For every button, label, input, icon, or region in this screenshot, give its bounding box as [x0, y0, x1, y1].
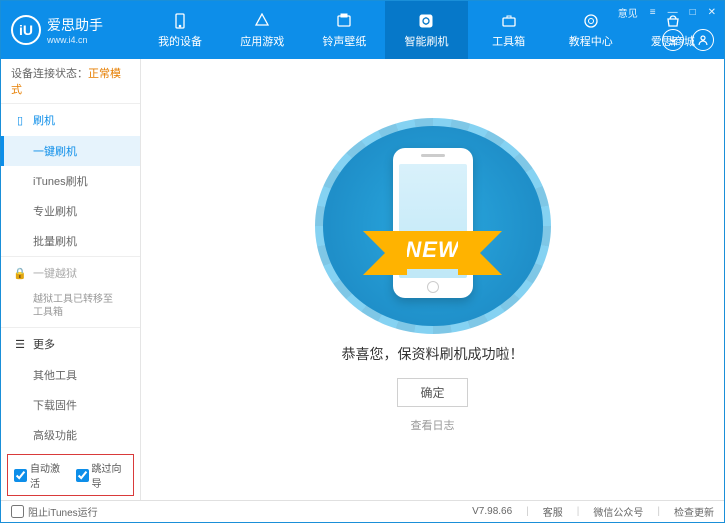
window-controls: 意见 ≡ — □ ✕ — [616, 5, 718, 20]
ok-button[interactable]: 确定 — [397, 378, 467, 407]
jailbreak-note: 越狱工具已转移至 工具箱 — [1, 289, 140, 327]
nav-label: 工具箱 — [492, 33, 525, 49]
download-button[interactable] — [662, 29, 684, 51]
maximize-button[interactable]: □ — [688, 7, 698, 18]
sidebar-item-one-click-flash[interactable]: 一键刷机 — [1, 136, 140, 166]
minimize-button[interactable]: — — [666, 7, 680, 18]
options-highlight-box: 自动激活 跳过向导 — [7, 454, 134, 496]
user-button[interactable] — [692, 29, 714, 51]
toolbox-icon — [500, 12, 518, 30]
support-link[interactable]: 客服 — [543, 504, 563, 519]
apps-icon — [253, 12, 271, 30]
nav-wallpaper[interactable]: 铃声壁纸 — [303, 1, 385, 59]
view-log-link[interactable]: 查看日志 — [411, 417, 455, 433]
nav-label: 应用游戏 — [240, 33, 284, 49]
close-button[interactable]: ✕ — [706, 7, 718, 18]
nav-label: 我的设备 — [158, 33, 202, 49]
tutorial-icon — [582, 12, 600, 30]
list-icon: ☰ — [13, 338, 27, 351]
sidebar: 设备连接状态：正常模式 ▯ 刷机 一键刷机 iTunes刷机 专业刷机 批量刷机… — [1, 59, 141, 500]
wechat-link[interactable]: 微信公众号 — [593, 504, 643, 519]
auto-activate-checkbox[interactable]: 自动激活 — [14, 460, 66, 490]
nav-toolbox[interactable]: 工具箱 — [468, 1, 550, 59]
nav-label: 智能刷机 — [404, 33, 448, 49]
app-header: iU 爱思助手 www.i4.cn 我的设备 应用游戏 铃声壁纸 智能刷机 工具… — [1, 1, 724, 59]
sidebar-item-batch-flash[interactable]: 批量刷机 — [1, 226, 140, 256]
logo-area: iU 爱思助手 www.i4.cn — [11, 15, 139, 45]
connection-label: 设备连接状态： — [11, 68, 88, 80]
ribbon-text: NEW — [385, 231, 479, 269]
sidebar-item-advanced[interactable]: 高级功能 — [1, 420, 140, 450]
app-site: www.i4.cn — [47, 35, 103, 45]
device-icon — [171, 12, 189, 30]
block-itunes-checkbox[interactable]: 阻止iTunes运行 — [11, 504, 98, 519]
lock-icon: 🔒 — [13, 267, 27, 280]
nav-flash[interactable]: 智能刷机 — [385, 1, 467, 59]
sidebar-section-flash[interactable]: ▯ 刷机 — [1, 104, 140, 136]
flash-icon — [417, 12, 435, 30]
wallpaper-icon — [335, 12, 353, 30]
nav-my-device[interactable]: 我的设备 — [139, 1, 221, 59]
logo-icon: iU — [11, 15, 41, 45]
header-circle-buttons — [662, 29, 714, 51]
sidebar-section-jailbreak[interactable]: 🔒 一键越狱 — [1, 257, 140, 289]
menu-button[interactable]: ≡ — [648, 7, 658, 18]
sidebar-item-pro-flash[interactable]: 专业刷机 — [1, 196, 140, 226]
sidebar-item-other-tools[interactable]: 其他工具 — [1, 360, 140, 390]
nav-label: 教程中心 — [569, 33, 613, 49]
success-message: 恭喜您，保资料刷机成功啦！ — [342, 344, 524, 364]
nav-label: 铃声壁纸 — [322, 33, 366, 49]
sidebar-section-more[interactable]: ☰ 更多 — [1, 328, 140, 360]
app-name: 爱思助手 — [47, 15, 103, 35]
success-illustration: NEW — [323, 126, 543, 326]
main-content: NEW 恭喜您，保资料刷机成功啦！ 确定 查看日志 — [141, 59, 724, 500]
connection-status: 设备连接状态：正常模式 — [1, 59, 140, 104]
sidebar-item-download-firmware[interactable]: 下载固件 — [1, 390, 140, 420]
nav-apps[interactable]: 应用游戏 — [221, 1, 303, 59]
sidebar-item-itunes-flash[interactable]: iTunes刷机 — [1, 166, 140, 196]
skip-guide-label: 跳过向导 — [92, 460, 128, 490]
block-itunes-label: 阻止iTunes运行 — [28, 504, 98, 519]
check-update-link[interactable]: 检查更新 — [674, 504, 714, 519]
footer: 阻止iTunes运行 V7.98.66 | 客服 | 微信公众号 | 检查更新 — [1, 500, 724, 522]
feedback-button[interactable]: 意见 — [616, 5, 640, 20]
section-title: 一键越狱 — [33, 265, 77, 281]
skip-guide-checkbox[interactable]: 跳过向导 — [76, 460, 128, 490]
version-label: V7.98.66 — [472, 506, 512, 517]
section-title: 更多 — [33, 336, 55, 352]
auto-activate-label: 自动激活 — [30, 460, 66, 490]
section-title: 刷机 — [33, 112, 55, 128]
phone-icon: ▯ — [13, 114, 27, 127]
